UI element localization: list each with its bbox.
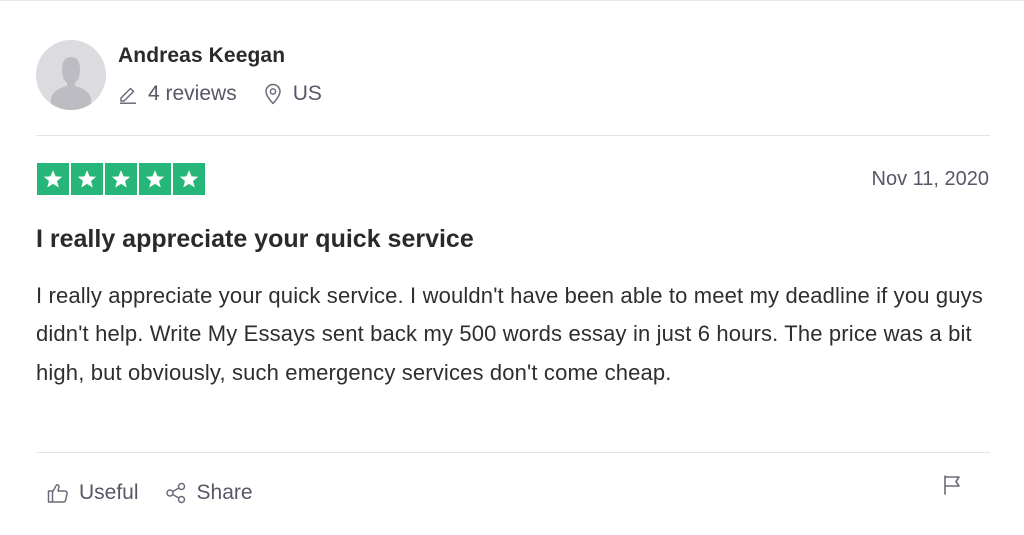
star-icon [105,163,137,195]
reviewer-header: Andreas Keegan 4 reviews US [36,39,322,111]
reviews-count: 4 reviews [118,82,237,106]
review-actions: Useful Share [47,481,253,505]
star-icon [173,163,205,195]
share-icon [165,482,185,504]
thumbs-up-icon [47,483,68,503]
location-pin-icon [264,83,281,105]
reviewer-name[interactable]: Andreas Keegan [118,44,322,68]
flag-icon [944,475,960,495]
star-icon [139,163,171,195]
useful-label: Useful [79,481,139,504]
reviewer-meta: 4 reviews US [118,82,322,106]
divider [36,135,990,136]
review-card: Andreas Keegan 4 reviews US Nov 11, 2020… [0,0,1024,535]
avatar[interactable] [36,40,106,110]
star-icon [71,163,103,195]
share-label: Share [196,481,253,504]
report-button[interactable] [942,474,962,501]
star-rating [37,163,205,195]
country-label: US [292,82,322,105]
star-icon [37,163,69,195]
share-button[interactable]: Share [165,481,253,505]
user-silhouette-icon [36,40,106,110]
review-title[interactable]: I really appreciate your quick service [36,225,474,254]
review-body: I really appreciate your quick service. … [36,283,983,385]
review-date: Nov 11, 2020 [871,168,990,190]
divider [36,452,990,453]
reviews-count-label: 4 reviews [148,82,237,105]
pencil-icon [120,87,136,104]
reviewer-info: Andreas Keegan 4 reviews US [118,44,322,106]
reviewer-location: US [263,82,322,106]
useful-button[interactable]: Useful [47,481,139,505]
